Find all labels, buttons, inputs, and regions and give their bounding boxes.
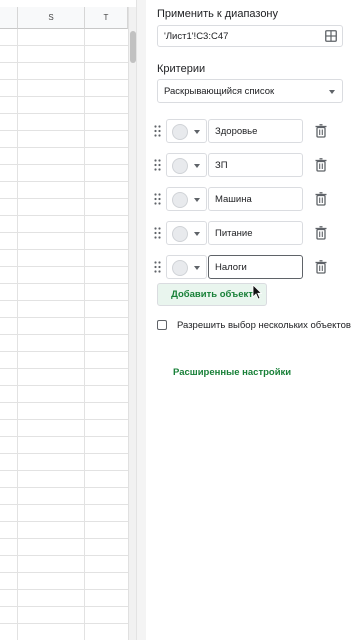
- trash-icon[interactable]: [315, 124, 327, 138]
- vertical-scrollbar[interactable]: [128, 7, 136, 640]
- spreadsheet-grid: S T: [0, 0, 136, 640]
- color-swatch-icon: [172, 260, 188, 276]
- mouse-pointer-icon: [252, 284, 262, 300]
- column-header-t[interactable]: T: [85, 7, 128, 29]
- color-swatch-icon: [172, 192, 188, 208]
- item-field-active[interactable]: [208, 255, 303, 279]
- column-header-r[interactable]: [0, 7, 18, 29]
- add-item-button[interactable]: Добавить объект: [157, 283, 267, 306]
- drag-handle-icon[interactable]: [154, 125, 161, 137]
- drag-handle-icon[interactable]: [154, 227, 161, 239]
- multi-select-label: Разрешить выбор нескольких объектов: [177, 320, 351, 331]
- criteria-value: Раскрывающийся список: [164, 85, 275, 97]
- chevron-down-icon: [329, 90, 335, 94]
- advanced-settings-link[interactable]: Расширенные настройки: [173, 367, 291, 378]
- item-field[interactable]: [208, 187, 303, 211]
- item-field[interactable]: [208, 119, 303, 143]
- item-field[interactable]: [208, 153, 303, 177]
- column-header-s[interactable]: S: [18, 7, 85, 29]
- chevron-down-icon: [194, 130, 200, 134]
- list-item: [154, 187, 354, 211]
- trash-icon[interactable]: [315, 260, 327, 274]
- color-picker-button[interactable]: [166, 153, 207, 177]
- chevron-down-icon: [194, 198, 200, 202]
- list-item: [154, 221, 354, 245]
- chevron-down-icon: [194, 266, 200, 270]
- color-swatch-icon: [172, 226, 188, 242]
- criteria-dropdown[interactable]: Раскрывающийся список: [157, 79, 343, 103]
- trash-icon[interactable]: [315, 158, 327, 172]
- color-picker-button[interactable]: [166, 221, 207, 245]
- drag-handle-icon[interactable]: [154, 159, 161, 171]
- color-picker-button[interactable]: [166, 187, 207, 211]
- item-field[interactable]: [208, 221, 303, 245]
- color-swatch-icon: [172, 124, 188, 140]
- color-swatch-icon: [172, 158, 188, 174]
- list-item: [154, 255, 354, 279]
- select-range-icon[interactable]: [325, 30, 337, 42]
- drag-handle-icon[interactable]: [154, 193, 161, 205]
- criteria-label: Критерии: [157, 63, 206, 75]
- color-picker-button[interactable]: [166, 255, 207, 279]
- cell-grid[interactable]: [0, 29, 128, 640]
- list-item: [154, 119, 354, 143]
- trash-icon[interactable]: [315, 192, 327, 206]
- chevron-down-icon: [194, 232, 200, 236]
- drag-handle-icon[interactable]: [154, 261, 161, 273]
- data-validation-panel: Применить к диапазону 'Лист1'!C3:C47 Кри…: [146, 0, 360, 640]
- chevron-down-icon: [194, 164, 200, 168]
- multi-select-checkbox[interactable]: [157, 320, 167, 330]
- range-value: 'Лист1'!C3:C47: [164, 30, 229, 42]
- range-field[interactable]: 'Лист1'!C3:C47: [157, 25, 343, 47]
- color-picker-button[interactable]: [166, 119, 207, 143]
- list-item: [154, 153, 354, 177]
- trash-icon[interactable]: [315, 226, 327, 240]
- range-label: Применить к диапазону: [157, 8, 279, 20]
